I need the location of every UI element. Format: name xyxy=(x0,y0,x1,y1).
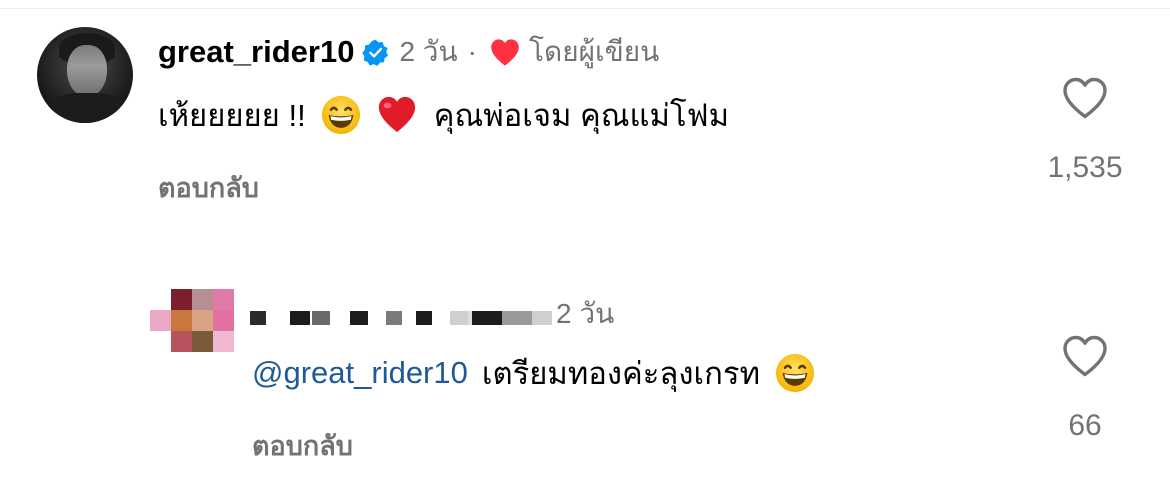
comment-text: เห้ยยยยย !! คุณพ่อเจม คุณแม่โฟม xyxy=(158,91,729,139)
heart-outline-icon[interactable] xyxy=(1061,76,1109,120)
reply-like-button[interactable] xyxy=(1030,334,1140,378)
comment-username[interactable]: great_rider10 xyxy=(158,34,354,70)
comment-like-count: 1,535 xyxy=(1047,151,1123,184)
comment-text-end: คุณพ่อเจม คุณแม่โฟม xyxy=(433,98,730,133)
avatar-face xyxy=(67,45,107,97)
comment-text-start: เห้ยยยยย !! xyxy=(158,98,306,133)
verified-badge-icon xyxy=(362,39,389,66)
reply-avatar[interactable] xyxy=(150,289,234,355)
avatar[interactable] xyxy=(37,27,133,123)
avatar-body xyxy=(47,93,127,123)
mention-link[interactable]: @great_rider10 xyxy=(252,355,468,391)
reply-time: 2 วัน xyxy=(556,298,615,329)
grinning-face-emoji-icon xyxy=(775,353,815,393)
liked-by-author-label: โดยผู้เขียน xyxy=(529,36,660,67)
reply-text: @great_rider10 เตรียมทองค่ะลุงเกรท xyxy=(252,349,816,397)
redacted-username[interactable] xyxy=(250,302,555,332)
reply-button[interactable]: ตอบกลับ xyxy=(158,166,259,209)
red-heart-emoji-icon xyxy=(378,96,415,133)
reply-body-text: เตรียมทองค่ะลุงเกรท xyxy=(481,356,761,391)
grinning-face-emoji-icon xyxy=(321,95,360,135)
comment-meta: great_rider10 2 วัน · โดยผู้เขียน xyxy=(158,31,659,73)
meta-separator: · xyxy=(467,36,477,67)
comment-like-button[interactable] xyxy=(1030,76,1140,120)
top-divider xyxy=(0,8,1170,9)
author-liked-heart-icon xyxy=(491,38,519,66)
reply-like-count: 66 xyxy=(1068,409,1102,442)
reply-reply-button[interactable]: ตอบกลับ xyxy=(252,424,353,467)
comment-time: 2 วัน xyxy=(399,36,458,67)
heart-outline-icon[interactable] xyxy=(1061,334,1109,378)
